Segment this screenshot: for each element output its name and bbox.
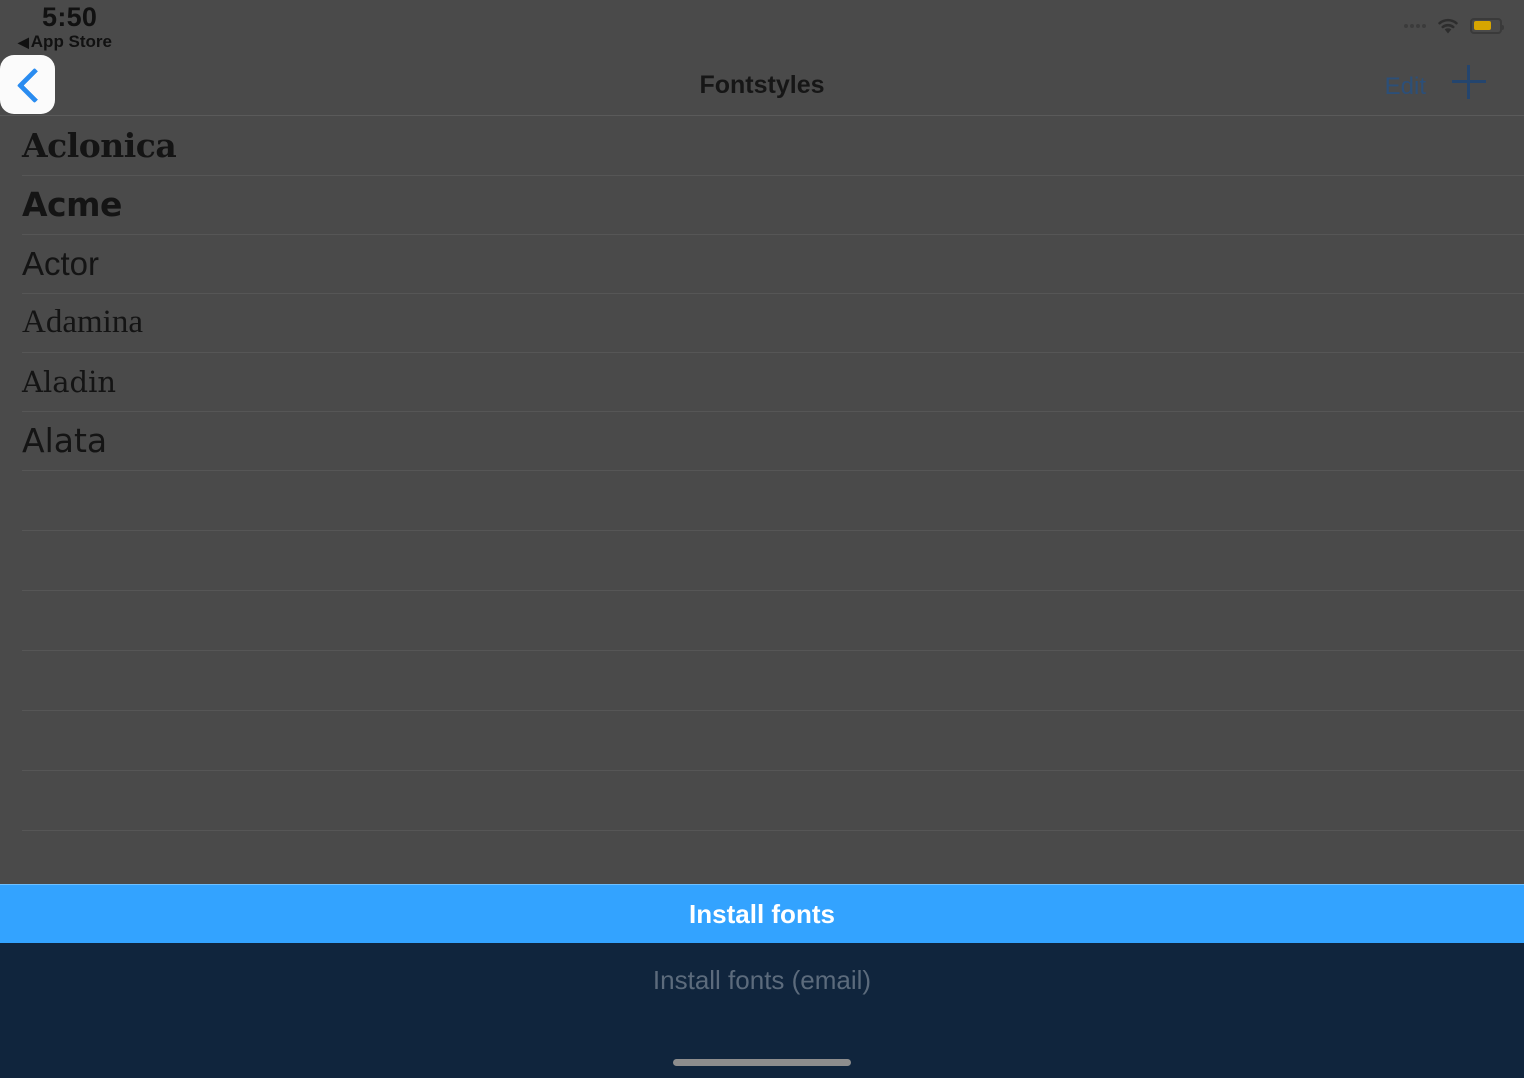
- list-item[interactable]: Aclonica: [0, 116, 1524, 175]
- list-item-empty: [0, 710, 1524, 770]
- plus-icon[interactable]: [1452, 65, 1486, 99]
- list-item-empty: [0, 830, 1524, 890]
- font-name: Aladin: [22, 364, 117, 399]
- cellular-dots-icon: [1404, 23, 1426, 28]
- font-name: Aclonica: [22, 126, 177, 165]
- font-name: Acme: [22, 185, 122, 224]
- battery-icon: [1470, 17, 1504, 34]
- font-list[interactable]: Aclonica Acme Actor Adamina Aladin Alata: [0, 116, 1524, 900]
- font-name: Actor: [22, 244, 100, 282]
- list-item-empty: [0, 530, 1524, 590]
- back-triangle-icon: ◀: [18, 34, 29, 50]
- home-indicator: [673, 1059, 851, 1066]
- page-title: Fontstyles: [699, 71, 825, 99]
- wifi-icon: [1435, 16, 1461, 35]
- chevron-left-icon: [17, 66, 39, 104]
- list-item[interactable]: Actor: [0, 234, 1524, 293]
- list-item[interactable]: Acme: [0, 175, 1524, 234]
- font-name: Adamina: [22, 304, 143, 340]
- panel-fontstyles-app: 5:50 ◀ App Store Fontstyles Edit Aclonica…: [0, 0, 1524, 1078]
- status-time: 5:50: [42, 2, 98, 32]
- install-fonts-email-button[interactable]: Install fonts (email): [0, 943, 1524, 1078]
- three-panel-screenshot: 5:50 ◀ App Store Fontstyles Edit Aclonica…: [0, 0, 1524, 1078]
- back-app-label: App Store: [30, 32, 113, 51]
- list-item-empty: [0, 590, 1524, 650]
- list-item[interactable]: Aladin: [0, 352, 1524, 411]
- list-item-empty: [0, 650, 1524, 710]
- navigation-bar: Fontstyles Edit: [0, 57, 1524, 116]
- edit-button[interactable]: Edit: [1385, 73, 1426, 101]
- back-button-highlight[interactable]: [0, 55, 55, 114]
- status-indicators: [1404, 16, 1504, 35]
- list-item[interactable]: Adamina: [0, 293, 1524, 352]
- status-back-to-app[interactable]: ◀ App Store: [18, 32, 112, 52]
- list-item-empty: [0, 770, 1524, 830]
- font-name: Alata: [22, 421, 108, 460]
- status-bar: 5:50 ◀ App Store: [0, 0, 1524, 57]
- install-fonts-button[interactable]: Install fonts: [0, 884, 1524, 943]
- list-item-empty: [0, 470, 1524, 530]
- list-item[interactable]: Alata: [0, 411, 1524, 470]
